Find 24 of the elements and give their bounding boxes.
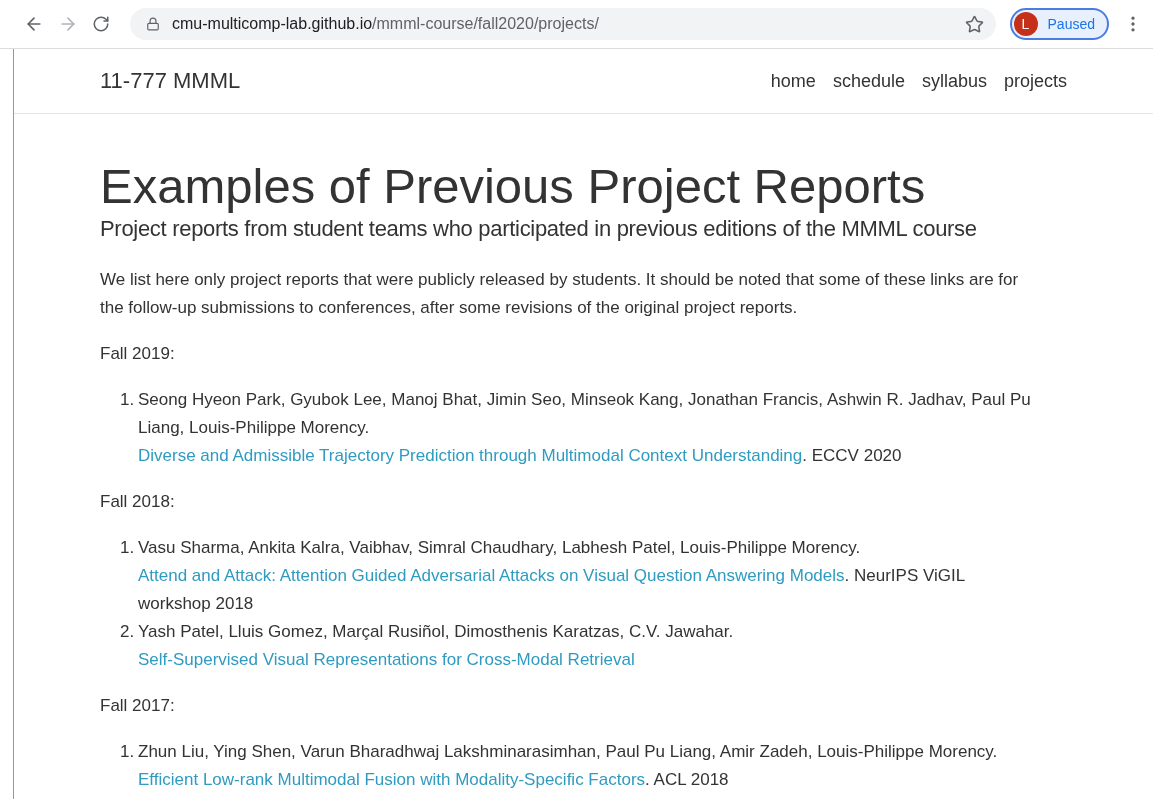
section-heading: Fall 2019: [100,343,176,365]
project-entry: Yash Patel, Lluis Gomez, Marçal Rusiñol, Dimosthenis Karatzas, C.V. Jawahar. Self-Supervised Visual Representations for Cross-Modal Retrieval [138,621,735,671]
reload-icon[interactable] [92,15,110,33]
page-title: Examples of Previous Project Reports [100,158,927,214]
nav-link[interactable]: syllabus [921,70,987,92]
address-bar[interactable]: cmu-multicomp-lab.github.io/mmml-course/fall2020/projects/ [130,8,996,40]
lock-icon [146,17,160,31]
page-subtitle: Project reports from student teams who participated in previous editions of the MMML course [100,215,978,243]
section-heading: Fall 2018: [100,491,176,513]
list-number: 2. [120,621,132,643]
list-number: 1. [120,537,132,559]
brand-link[interactable]: 11-777 MMML [100,68,241,94]
profile-button[interactable]: L Paused [1009,8,1109,40]
list-number: 1. [120,389,132,411]
nav-link[interactable]: home [770,70,816,92]
intro-paragraph: We list here only project reports that were publicly released by students. It should be noted that some of these links are for the follow-up submissions to conferences, after some revisions of the original project reports. [100,269,1020,319]
section-heading: Fall 2017: [100,695,176,717]
nav-link[interactable]: schedule [832,70,905,92]
nav-link[interactable]: projects [1003,70,1067,92]
project-entry: Vasu Sharma, Ankita Kalra, Vaibhav, Simral Chaudhary, Labhesh Patel, Louis-Philippe Morency. Attend and Attack: Attention Guided Adversarial Attacks on Visual Question Answering Models. NeurIPS ViGIL workshop 2018 [138,537,966,615]
bookmark-star-icon[interactable] [964,14,984,34]
project-entry: Zhun Liu, Ying Shen, Varun Bharadhwaj Lakshminarasimhan, Paul Pu Liang, Amir Zadeh, Louis-Philippe Morency. Efficient Low-rank Multimodal Fusion with Modality-Specific Factors. ACL 2018 [138,741,999,791]
list-number: 1. [120,741,132,763]
project-entry: Seong Hyeon Park, Gyubok Lee, Manoj Bhat, Jimin Seo, Minseok Kang, Jonathan Francis, Ashwin R. Jadhav, Paul Pu Liang, Louis-Philippe Morency. Diverse and Admissible Trajectory Prediction through Multimodal Context Understanding. ECCV 2020 [138,389,1032,467]
